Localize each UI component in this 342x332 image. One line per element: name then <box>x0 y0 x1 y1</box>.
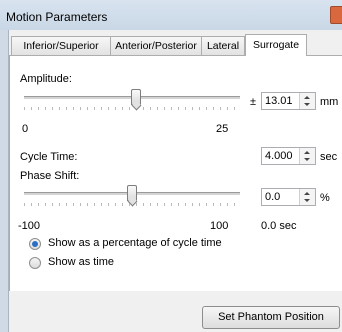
spin-down-icon[interactable] <box>304 103 310 106</box>
phase-shift-spin-arrows[interactable] <box>299 189 315 205</box>
tab-surrogate[interactable]: Surrogate <box>245 34 307 56</box>
phase-shift-slider-thumb[interactable] <box>127 185 137 201</box>
tab-lateral[interactable]: Lateral <box>201 36 245 55</box>
cycle-time-unit: sec <box>320 151 338 163</box>
show-percentage-radio[interactable] <box>29 238 41 250</box>
show-percentage-label[interactable]: Show as a percentage of cycle time <box>48 237 222 249</box>
amplitude-spin-arrows[interactable] <box>299 93 315 109</box>
amplitude-slider-thumb[interactable] <box>131 89 142 105</box>
spin-down-icon[interactable] <box>304 158 310 161</box>
cycle-time-value: 4.000 <box>265 150 293 162</box>
phase-shift-spinbox[interactable]: 0.0 <box>261 188 316 206</box>
phase-shift-time-readout: 0.0 sec <box>261 220 297 232</box>
spin-up-icon[interactable] <box>304 96 310 99</box>
spin-up-icon[interactable] <box>304 192 310 195</box>
window-title: Motion Parameters <box>6 10 108 24</box>
motion-parameters-window: Motion Parameters Inferior/Superior Ante… <box>0 0 342 332</box>
amplitude-plus-minus: ± <box>250 96 257 108</box>
phase-shift-unit: % <box>320 192 330 204</box>
amplitude-spinbox[interactable]: 13.01 <box>261 92 316 110</box>
show-time-radio[interactable] <box>29 257 41 269</box>
phase-shift-max-label: 100 <box>210 220 229 232</box>
show-time-label[interactable]: Show as time <box>48 256 114 268</box>
amplitude-min-label: 0 <box>22 123 29 135</box>
title-bar[interactable]: Motion Parameters <box>0 0 342 30</box>
tab-strip: Inferior/Superior Anterior/Posterior Lat… <box>9 34 342 56</box>
spin-up-icon[interactable] <box>304 151 310 154</box>
tab-inferior-superior[interactable]: Inferior/Superior <box>11 36 111 55</box>
cycle-time-spinbox[interactable]: 4.000 <box>261 147 316 165</box>
amplitude-slider-ticks <box>24 107 240 110</box>
phase-shift-min-label: -100 <box>18 220 41 232</box>
amplitude-label: Amplitude: <box>20 73 72 85</box>
amplitude-unit: mm <box>320 96 339 108</box>
set-phantom-position-button[interactable]: Set Phantom Position <box>202 306 340 329</box>
phase-shift-label: Phase Shift: <box>20 170 80 182</box>
close-icon[interactable] <box>330 6 342 24</box>
surrogate-panel: Amplitude: 0 25 ± 13.01 mm Cycle Time: 4… <box>9 55 342 291</box>
cycle-time-spin-arrows[interactable] <box>299 148 315 164</box>
amplitude-value: 13.01 <box>265 95 293 107</box>
amplitude-max-label: 25 <box>216 123 229 135</box>
tab-anterior-posterior[interactable]: Anterior/Posterior <box>110 36 202 55</box>
phase-shift-value: 0.0 <box>265 191 281 203</box>
cycle-time-label: Cycle Time: <box>20 151 78 163</box>
spin-down-icon[interactable] <box>304 199 310 202</box>
dialog-client-area: Inferior/Superior Anterior/Posterior Lat… <box>8 30 342 332</box>
